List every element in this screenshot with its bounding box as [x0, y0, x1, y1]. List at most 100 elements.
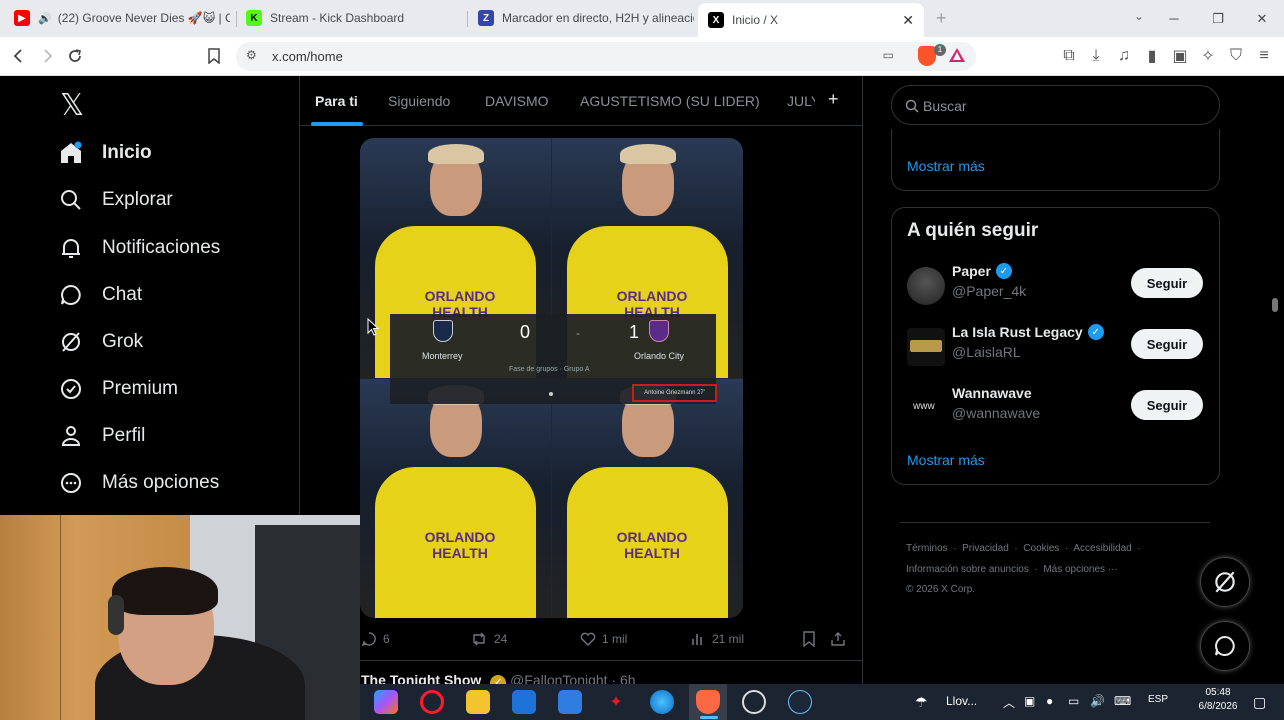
show-more-link[interactable]: Mostrar más [907, 452, 985, 468]
clock[interactable]: 05:48 6/8/2026 [1190, 687, 1246, 712]
brave-rewards-icon[interactable] [948, 47, 966, 68]
copilot-icon[interactable] [374, 690, 398, 714]
leo-icon[interactable]: ✧ [1197, 45, 1219, 67]
away-score: 1 [629, 322, 640, 342]
nav-item-premium[interactable]: Premium [58, 371, 178, 407]
vpn-icon[interactable]: ⛉ [1225, 45, 1247, 67]
tab-flashscore[interactable]: Z Marcador en directo, H2H y alineacio [468, 3, 694, 33]
footer-link[interactable]: Más opciones ··· [1043, 564, 1117, 575]
volume-icon[interactable]: 🔊 [1090, 694, 1105, 708]
footer-link[interactable]: Privacidad [962, 543, 1009, 554]
nav-item-more[interactable]: Más opciones [58, 465, 219, 501]
nav-item-notifications[interactable]: Notificaciones [58, 230, 220, 266]
tab-kick[interactable]: K Stream - Kick Dashboard [236, 3, 462, 33]
steam-icon[interactable] [788, 690, 812, 714]
tab-youtube[interactable]: ▶ 🔊 (22) Groove Never Dies 🚀😺 | C [4, 3, 230, 33]
follow-suggestion[interactable]: ᴡᴡᴡ Wannawave @wannawave Seguir [905, 385, 1220, 429]
address-bar[interactable]: ⚙ x.com/home ▭ 1 [236, 42, 976, 71]
tray-app-icon[interactable]: ● [1046, 694, 1053, 708]
tab-for-you[interactable]: Para ti [315, 93, 358, 109]
reload-icon[interactable] [64, 45, 86, 67]
outlook-icon[interactable] [512, 690, 536, 714]
speaker-icon: 🔊 [38, 12, 52, 25]
wallet-icon[interactable]: ▣ [1169, 45, 1191, 67]
keyboard-icon[interactable]: ⌨ [1114, 694, 1131, 708]
footer-link[interactable]: Términos [906, 543, 948, 554]
follow-button[interactable]: Seguir [1131, 390, 1203, 420]
bookmark-icon[interactable] [203, 45, 225, 67]
tab-agustetismo[interactable]: AGUSTETISMO (SU LIDER) [580, 93, 760, 109]
cast-icon[interactable]: ▭ [883, 48, 894, 62]
file-explorer-icon[interactable] [466, 690, 490, 714]
tray-chevron-icon[interactable]: ︿ [1003, 694, 1015, 711]
site-settings-icon[interactable]: ⚙ [246, 48, 257, 62]
tab-following[interactable]: Siguiendo [388, 93, 450, 109]
search-box[interactable]: Buscar [891, 85, 1220, 125]
views-button[interactable]: 21 mil [690, 631, 744, 647]
obs-icon[interactable] [742, 690, 766, 714]
store-icon[interactable] [558, 690, 582, 714]
edge-icon[interactable] [650, 690, 674, 714]
close-icon[interactable]: ✕ [902, 12, 914, 29]
menu-icon[interactable]: ≡ [1253, 45, 1275, 67]
add-tab-icon[interactable]: + [828, 89, 839, 110]
home-score: 0 [520, 322, 531, 342]
follow-button[interactable]: Seguir [1131, 268, 1203, 298]
tab-july[interactable]: JULY [787, 93, 815, 109]
headphones-icon [108, 595, 124, 635]
nav-item-grok[interactable]: Grok [58, 324, 143, 360]
nav-item-chat[interactable]: Chat [58, 277, 142, 313]
photo-quadrant: ORLANDO HEALTH [360, 379, 551, 618]
repost-button[interactable]: 24 [470, 631, 507, 647]
tab-davismo[interactable]: DAVISMO [485, 93, 549, 109]
tray-app-icon[interactable]: ▣ [1024, 694, 1035, 708]
downloads-icon[interactable]: ⤓ [1085, 45, 1107, 67]
scrollbar[interactable] [1272, 298, 1278, 312]
back-icon[interactable] [8, 45, 30, 67]
orlando-badge-icon [649, 320, 669, 342]
forward-icon[interactable] [36, 45, 58, 67]
follow-suggestion[interactable]: La Isla Rust Legacy ✓ @LaislaRL Seguir [905, 324, 1220, 368]
tab-label: Marcador en directo, H2H y alineacio [502, 11, 694, 25]
extensions-icon[interactable]: ⧉ [1058, 45, 1080, 67]
like-button[interactable]: 1 mil [580, 631, 627, 647]
restore-icon[interactable]: ❐ [1196, 11, 1240, 27]
chat-fab-button[interactable] [1200, 621, 1250, 671]
avatar: ᴡᴡᴡ [907, 389, 945, 427]
tab-x-active[interactable]: X Inicio / X ✕ [698, 3, 924, 37]
share-icon[interactable] [830, 631, 852, 647]
bookmark-post-icon[interactable] [802, 631, 822, 647]
show-more-link[interactable]: Mostrar más [907, 158, 985, 174]
photo-quadrant: ORLANDO HEALTH [552, 379, 743, 618]
nav-item-profile[interactable]: Perfil [58, 418, 145, 454]
weather-icon[interactable]: ☂ [915, 694, 928, 711]
reply-button[interactable]: 6 [361, 631, 390, 647]
grok-icon [1215, 571, 1235, 593]
search-placeholder: Buscar [923, 98, 967, 114]
nav-item-explore[interactable]: Explorar [58, 182, 173, 218]
tab-search-icon[interactable]: ⌄ [1134, 9, 1144, 23]
language-indicator[interactable]: ESP [1148, 694, 1168, 705]
notifications-icon[interactable]: ▢ [1253, 694, 1266, 711]
follow-suggestion[interactable]: Paper ✓ @Paper_4k Seguir [905, 263, 1220, 307]
footer-link[interactable]: Información sobre anuncios [906, 564, 1029, 575]
x-logo-icon[interactable]: 𝕏 [60, 88, 84, 123]
footer-link[interactable]: Cookies [1023, 543, 1059, 554]
footer-link[interactable]: Accesibilidad [1073, 543, 1131, 554]
follow-button[interactable]: Seguir [1131, 329, 1203, 359]
close-window-icon[interactable]: ✕ [1240, 11, 1284, 27]
opera-icon[interactable] [420, 690, 444, 714]
account-handle: @wannawave [952, 405, 1041, 421]
grok-fab-button[interactable] [1200, 557, 1250, 607]
feed-tabs: Para ti Siguiendo DAVISMO AGUSTETISMO (S… [300, 76, 862, 126]
weather-text[interactable]: Llov... [946, 694, 977, 708]
sidebar-icon[interactable]: ▮ [1141, 45, 1163, 67]
new-tab-icon[interactable]: + [936, 8, 947, 29]
media-icon[interactable]: ♫ [1113, 45, 1135, 67]
nav-item-home[interactable]: Inicio [58, 135, 152, 171]
network-icon[interactable]: ▭ [1068, 694, 1079, 708]
game-app-icon[interactable]: ✦ [604, 690, 628, 714]
minimize-icon[interactable]: ─ [1152, 11, 1196, 26]
post-image[interactable]: ORLANDO HEALTH ORLANDO HEALTH ORLANDO HE… [360, 138, 743, 618]
repost-icon [473, 632, 485, 646]
